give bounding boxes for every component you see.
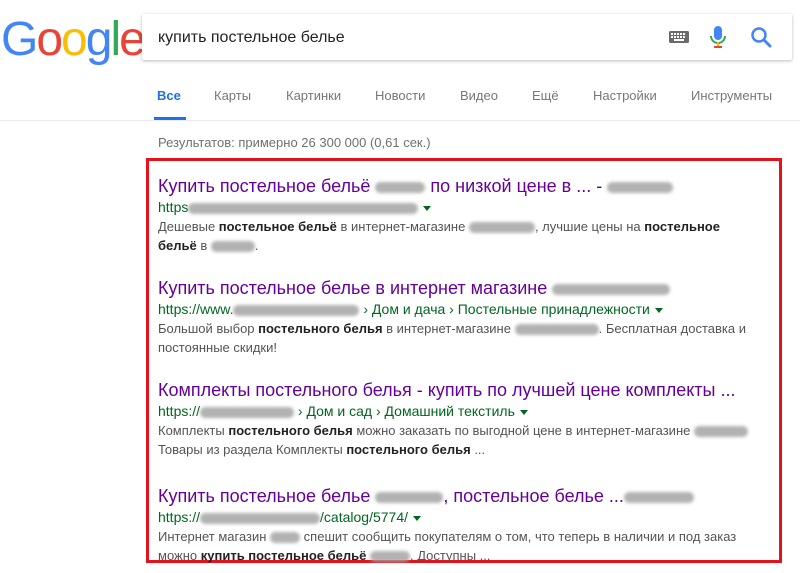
redacted-blur: [623, 491, 694, 503]
redacted-blur: [200, 406, 295, 418]
result-url: https://www. › Дом и дача › Постельные п…: [158, 300, 778, 318]
redacted-blur: [693, 426, 748, 438]
redacted-blur: [188, 202, 419, 214]
redacted-blur: [375, 181, 426, 193]
search-result: Купить постельное белье , постельное бел…: [158, 485, 778, 565]
tab-more[interactable]: Ещё: [532, 88, 559, 103]
result-title-link[interactable]: Купить постельное белье в интернет магаз…: [158, 277, 778, 299]
search-icon[interactable]: [750, 26, 772, 48]
logo-letter: l: [110, 13, 121, 66]
logo-letter: g: [85, 13, 113, 66]
google-logo[interactable]: Google: [1, 13, 146, 66]
result-stats: Результатов: примерно 26 300 000 (0,61 с…: [158, 135, 431, 150]
search-result: Купить постельное бельё по низкой цене в…: [158, 175, 778, 255]
search-result: Купить постельное белье в интернет магаз…: [158, 277, 778, 357]
url-dropdown-caret[interactable]: [519, 409, 528, 415]
logo-letter: e: [119, 13, 146, 66]
logo-letter: o: [36, 13, 63, 66]
tab-tools[interactable]: Инструменты: [691, 88, 772, 103]
url-dropdown-caret[interactable]: [423, 205, 432, 211]
url-dropdown-caret[interactable]: [654, 307, 663, 313]
tab-settings[interactable]: Настройки: [593, 88, 657, 103]
microphone-icon[interactable]: [709, 25, 727, 49]
url-dropdown-caret[interactable]: [413, 515, 421, 521]
search-tabs: Все Карты Картинки Новости Видео Ещё Нас…: [0, 76, 800, 121]
search-input[interactable]: [156, 14, 660, 62]
result-title-link[interactable]: Комплекты постельного белья - купить по …: [158, 379, 778, 401]
result-snippet: Интернет магазин спешит сообщить покупат…: [158, 529, 737, 563]
result-snippet: Дешевые постельное бельё в интернет-мага…: [158, 219, 720, 253]
result-title-link[interactable]: Купить постельное бельё по низкой цене в…: [158, 175, 778, 197]
tab-images[interactable]: Картинки: [286, 88, 341, 103]
redacted-blur: [233, 304, 360, 316]
tab-all[interactable]: Все: [157, 88, 181, 103]
result-url: https:///catalog/5774/: [158, 508, 778, 526]
tab-news[interactable]: Новости: [375, 88, 425, 103]
redacted-blur: [514, 324, 599, 336]
redacted-blur: [200, 512, 321, 524]
redacted-blur: [607, 181, 674, 193]
logo-letter: G: [1, 13, 38, 66]
redacted-blur: [468, 222, 535, 234]
search-result: Комплекты постельного белья - купить по …: [158, 379, 778, 459]
tab-videos[interactable]: Видео: [460, 88, 498, 103]
result-title-link[interactable]: Купить постельное белье , постельное бел…: [158, 485, 778, 507]
result-snippet: Большой выбор постельного белья в интерн…: [158, 321, 746, 355]
result-url: https: [158, 198, 778, 216]
redacted-blur: [370, 551, 410, 563]
redacted-blur: [210, 241, 255, 253]
tab-maps[interactable]: Карты: [214, 88, 251, 103]
logo-letter: o: [61, 13, 88, 66]
redacted-blur: [270, 532, 301, 544]
redacted-blur: [552, 283, 671, 295]
search-box: [142, 14, 792, 62]
active-tab-indicator: [154, 117, 186, 120]
keyboard-icon[interactable]: [668, 27, 690, 47]
result-snippet: Комплекты постельного белья можно заказа…: [158, 421, 778, 459]
redacted-blur: [375, 491, 444, 503]
result-url: https:// › Дом и сад › Домашний текстиль: [158, 402, 778, 420]
